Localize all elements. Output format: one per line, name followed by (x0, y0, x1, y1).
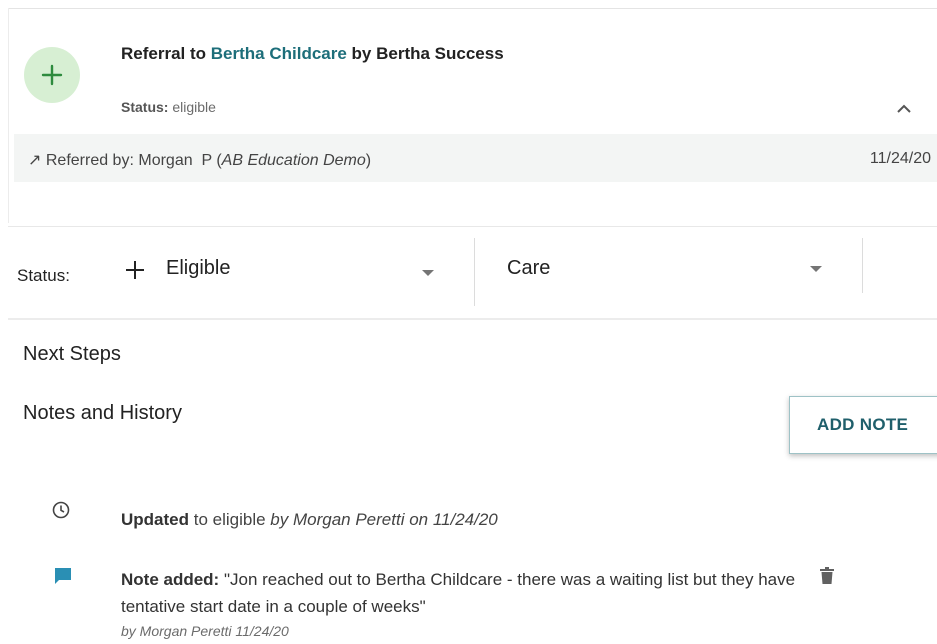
status-label: Status: (17, 266, 70, 285)
trash-icon[interactable] (819, 567, 835, 585)
notes-history-heading: Notes and History (23, 402, 182, 424)
history-action: Note added: (121, 570, 220, 589)
referral-title-suffix: by Bertha Success (351, 44, 504, 63)
divider (8, 318, 937, 320)
substatus-select[interactable]: Care (507, 257, 550, 280)
history-item: Updated to eligible by Morgan Peretti on… (121, 510, 498, 530)
referrer-org: AB Education Demo (221, 152, 366, 169)
chevron-up-icon[interactable] (892, 98, 916, 118)
clock-icon (52, 501, 70, 519)
arrow-up-right-icon: ↗ (28, 152, 42, 169)
referrer-name: Morgan P (138, 152, 212, 169)
divider (862, 238, 863, 293)
referral-status-label: Status: (121, 99, 169, 115)
referral-title: Referral to Bertha Childcare by Bertha S… (121, 44, 504, 64)
status-select[interactable]: Eligible (166, 257, 230, 280)
referred-by-text: ↗ Referred by: Morgan P (AB Education De… (28, 152, 372, 169)
plus-icon (41, 64, 63, 86)
referral-date: 11/24/20 (869, 150, 931, 167)
history-meta: by Morgan Peretti 11/24/20 (121, 623, 289, 639)
note-text: "Jon reached out to Bertha Childcare - t… (121, 570, 796, 616)
provider-link[interactable]: Bertha Childcare (211, 44, 347, 63)
referred-by-label: Referred by: (45, 152, 134, 169)
caret-down-icon[interactable] (810, 266, 822, 272)
caret-down-icon[interactable] (422, 270, 434, 276)
card-border-left (8, 8, 9, 223)
history-meta: by Morgan Peretti on 11/24/20 (270, 510, 498, 529)
divider (8, 226, 937, 227)
referral-title-prefix: Referral to (121, 44, 207, 63)
history-note: Note added: "Jon reached out to Bertha C… (121, 566, 801, 620)
divider (474, 238, 475, 306)
next-steps-heading[interactable]: Next Steps (23, 343, 121, 366)
history-action: Updated (121, 510, 189, 529)
comment-icon (55, 568, 71, 584)
card-border (8, 8, 937, 9)
referral-avatar (24, 47, 80, 103)
plus-icon[interactable] (124, 259, 146, 281)
referral-status-value: eligible (172, 99, 216, 115)
add-note-button[interactable]: ADD NOTE (789, 396, 937, 454)
history-detail: to eligible (193, 510, 266, 529)
referral-status: Status: eligible (121, 99, 216, 115)
